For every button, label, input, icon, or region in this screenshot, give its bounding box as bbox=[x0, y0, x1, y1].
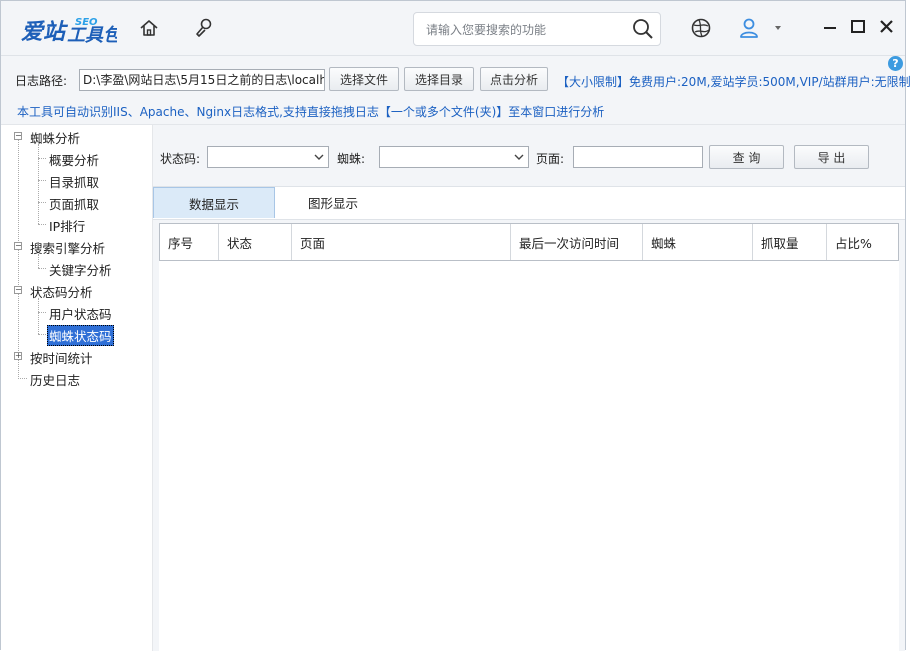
tree-line bbox=[38, 298, 39, 334]
col-header-page[interactable]: 页面 bbox=[292, 224, 511, 260]
tree-item-spider-analysis[interactable]: 蜘蛛分析 bbox=[30, 128, 80, 147]
globe-icon[interactable] bbox=[690, 17, 712, 39]
tree-item-dir-crawl[interactable]: 目录抓取 bbox=[49, 172, 99, 191]
tree-item-ip-rank[interactable]: IP排行 bbox=[49, 216, 85, 235]
select-dir-button[interactable]: 选择目录 bbox=[404, 67, 474, 91]
tree-item-page-crawl[interactable]: 页面抓取 bbox=[49, 194, 99, 213]
tree-line bbox=[38, 158, 46, 159]
col-header-index[interactable]: 序号 bbox=[160, 224, 219, 260]
tree-item-spider-status[interactable]: 蜘蛛状态码 bbox=[47, 325, 114, 346]
path-label: 日志路径: bbox=[15, 74, 68, 88]
tree-line bbox=[38, 202, 46, 203]
format-notice: 本工具可自动识别IIS、Apache、Nginx日志格式,支持直接拖拽日志【一个… bbox=[17, 105, 605, 119]
tree-line bbox=[38, 268, 46, 269]
svg-text:爱站: 爱站 bbox=[21, 20, 69, 44]
spider-select[interactable] bbox=[379, 146, 529, 168]
spider-label: 蜘蛛: bbox=[337, 152, 366, 166]
tree-line bbox=[38, 180, 46, 181]
app-window: 爱站 工具包 SEO 请输入您要搜索的功能 日志路径: D:\李盈\网站日志\5… bbox=[0, 0, 910, 651]
tree-item-search-engine[interactable]: 搜索引擎分析 bbox=[30, 238, 105, 257]
expand-toggle-by-time[interactable]: + bbox=[14, 352, 22, 360]
log-path-field[interactable]: D:\李盈\网站日志\5月15日之前的日志\localh bbox=[79, 69, 325, 91]
collapse-toggle-spider[interactable]: − bbox=[14, 132, 22, 140]
sidebar-tree: − 蜘蛛分析 概要分析 目录抓取 页面抓取 IP排行 − 搜索引擎分析 关键字分… bbox=[1, 125, 153, 651]
status-code-label: 状态码: bbox=[160, 152, 201, 166]
title-bar: 爱站 工具包 SEO bbox=[1, 1, 905, 56]
tab-data-display[interactable]: 数据显示 bbox=[153, 187, 275, 218]
log-path-value: D:\李盈\网站日志\5月15日之前的日志\localh bbox=[83, 73, 325, 87]
svg-text:SEO: SEO bbox=[75, 17, 98, 28]
chevron-down-icon bbox=[314, 154, 324, 160]
tree-line bbox=[38, 224, 46, 225]
close-icon[interactable] bbox=[875, 15, 899, 39]
maximize-icon[interactable] bbox=[847, 15, 871, 39]
tree-line bbox=[38, 312, 46, 313]
home-icon[interactable] bbox=[138, 17, 160, 39]
chevron-down-icon bbox=[514, 154, 524, 160]
collapse-toggle-status-code[interactable]: − bbox=[14, 286, 22, 294]
results-table: 序号 状态 页面 最后一次访问时间 蜘蛛 抓取量 占比% bbox=[159, 223, 899, 651]
page-label: 页面: bbox=[536, 152, 565, 166]
table-header: 序号 状态 页面 最后一次访问时间 蜘蛛 抓取量 占比% bbox=[159, 223, 899, 261]
search-box[interactable] bbox=[413, 12, 661, 46]
tree-item-history[interactable]: 历史日志 bbox=[30, 370, 80, 389]
help-icon[interactable]: ? bbox=[888, 56, 903, 71]
size-limit-text: 【大小限制】免费用户:20M,爱站学员:500M,VIP/站群用户:无限制 bbox=[557, 75, 910, 89]
tree-line bbox=[18, 378, 27, 379]
tools-icon[interactable] bbox=[193, 17, 215, 39]
collapse-toggle-search-engine[interactable]: − bbox=[14, 242, 22, 250]
col-header-last-visit[interactable]: 最后一次访问时间 bbox=[511, 224, 643, 260]
tree-item-user-status[interactable]: 用户状态码 bbox=[49, 304, 112, 323]
query-button[interactable]: 查 询 bbox=[709, 145, 784, 169]
log-toolbar: 日志路径: D:\李盈\网站日志\5月15日之前的日志\localh 选择文件 … bbox=[1, 56, 910, 125]
tree-line bbox=[18, 139, 19, 377]
page-input[interactable] bbox=[573, 146, 703, 168]
status-code-select[interactable] bbox=[207, 146, 329, 168]
tree-line bbox=[38, 144, 39, 224]
col-header-status[interactable]: 状态 bbox=[219, 224, 292, 260]
col-header-spider[interactable]: 蜘蛛 bbox=[643, 224, 753, 260]
user-menu-caret-icon[interactable] bbox=[773, 23, 783, 33]
logo-graphic: 爱站 工具包 SEO bbox=[21, 17, 117, 44]
main-panel: 状态码: 蜘蛛: 页面: 查 询 导 出 数据显示 图形显示 序号 状态 页面 … bbox=[153, 125, 905, 651]
tree-item-status-code[interactable]: 状态码分析 bbox=[30, 282, 93, 301]
user-icon[interactable] bbox=[738, 17, 760, 39]
view-tabs: 数据显示 图形显示 bbox=[153, 186, 905, 220]
search-icon[interactable] bbox=[632, 18, 654, 40]
tree-item-by-time[interactable]: 按时间统计 bbox=[30, 348, 93, 367]
tree-item-keyword[interactable]: 关键字分析 bbox=[49, 260, 112, 279]
tree-line bbox=[38, 334, 46, 335]
export-button[interactable]: 导 出 bbox=[794, 145, 869, 169]
minimize-icon[interactable] bbox=[819, 15, 843, 39]
select-file-button[interactable]: 选择文件 bbox=[329, 67, 399, 91]
col-header-percent[interactable]: 占比% bbox=[827, 224, 899, 260]
tab-chart-display[interactable]: 图形显示 bbox=[275, 187, 391, 218]
app-logo: 爱站 工具包 SEO bbox=[21, 12, 117, 44]
search-input[interactable] bbox=[424, 20, 628, 40]
analyze-button[interactable]: 点击分析 bbox=[480, 67, 548, 91]
col-header-crawl-count[interactable]: 抓取量 bbox=[753, 224, 827, 260]
tree-item-overview[interactable]: 概要分析 bbox=[49, 150, 99, 169]
